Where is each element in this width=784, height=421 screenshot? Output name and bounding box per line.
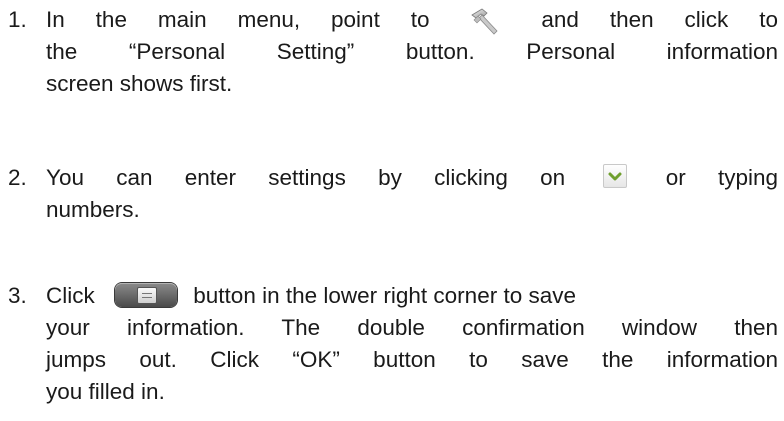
step-text-line: numbers. — [46, 197, 140, 222]
document-icon — [137, 287, 158, 305]
hammer-icon — [468, 6, 502, 36]
step-number: 2. — [8, 165, 27, 190]
instructions-page: 1. In the main menu, point to and then c… — [0, 0, 784, 421]
step-text-line: screen shows first. — [46, 71, 233, 97]
step-number: 1. — [8, 7, 27, 32]
step-text-line: or typing — [665, 165, 778, 190]
step-number: 3. — [8, 283, 27, 308]
step-text-line: your information. The double confirmatio… — [46, 315, 778, 340]
step-1: 1. In the main menu, point to and then c… — [8, 4, 778, 100]
step-text-line: button in the lower right corner to save — [193, 283, 576, 308]
step-text: Click button in the lower right corner t… — [46, 280, 778, 408]
step-text-line: In the main menu, point to — [46, 7, 430, 32]
chevron-down-icon — [603, 164, 628, 189]
step-text-line: you filled in. — [46, 379, 165, 404]
save-button-icon — [115, 283, 178, 308]
step-text-line: You can enter settings by clicking on — [46, 165, 566, 190]
step-text-line: and then click to — [541, 7, 778, 32]
step-text-line: Click — [46, 283, 95, 308]
step-text-line: jumps out. Click “OK” button to save the… — [46, 347, 778, 372]
step-text: In the main menu, point to and then clic… — [46, 4, 778, 100]
step-text-line: the “Personal Setting” button. Personal … — [46, 39, 778, 65]
step-3: 3. Click button in the lower right corne… — [8, 280, 778, 408]
step-text: You can enter settings by clicking on or… — [46, 162, 778, 226]
step-2: 2. You can enter settings by clicking on… — [8, 162, 778, 226]
